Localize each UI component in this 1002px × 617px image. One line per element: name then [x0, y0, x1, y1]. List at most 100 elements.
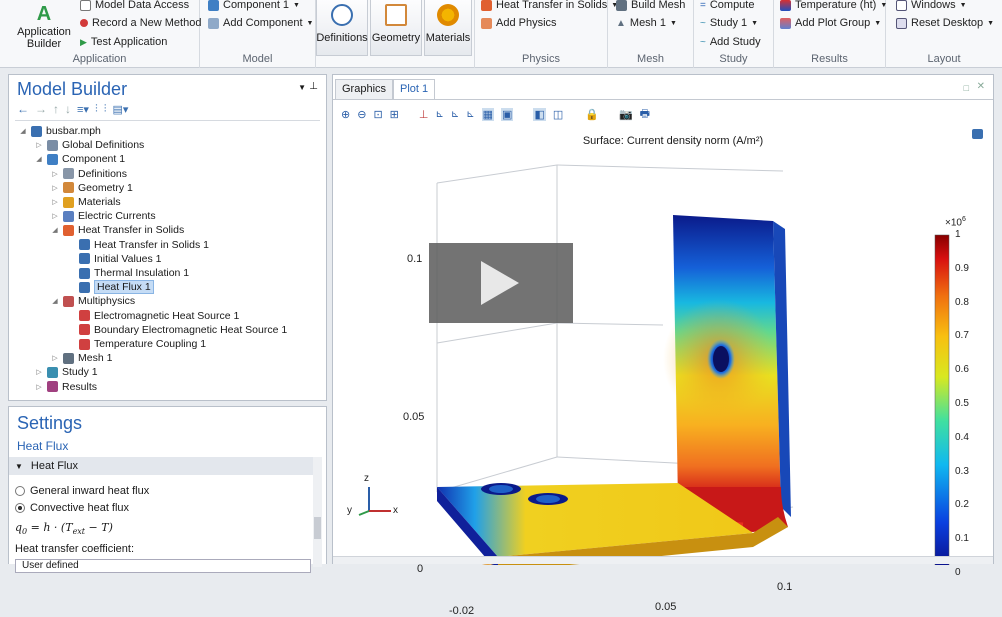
collapsed-arrow-icon[interactable]: ▷ — [51, 212, 59, 220]
settings-title: Settings — [17, 413, 83, 433]
tree-item[interactable]: ▷ Study 1 — [35, 365, 98, 379]
maximize-icon[interactable]: □ — [964, 83, 969, 93]
materials-button[interactable]: Materials — [424, 0, 472, 56]
view-yz-icon[interactable]: ⊾ — [451, 109, 459, 120]
heat-transfer-dropdown[interactable]: Heat Transfer in Solids ▼ — [481, 0, 618, 11]
collapsed-arrow-icon[interactable]: ▷ — [35, 141, 43, 149]
collapsed-arrow-icon[interactable]: ▷ — [35, 383, 43, 391]
show-icon[interactable]: ≡▾ — [77, 103, 89, 116]
tree-item[interactable]: Heat Flux 1 — [67, 280, 154, 295]
tree-item[interactable]: ▷ Results — [35, 380, 97, 394]
application-builder-button[interactable]: A Application Builder — [14, 2, 74, 50]
grid-icon[interactable]: ▦ — [481, 108, 495, 121]
wireframe-icon[interactable]: ◫ — [553, 108, 563, 121]
compute-button[interactable]: = Compute — [700, 0, 754, 11]
tree-item[interactable]: ▷ Materials — [51, 195, 121, 209]
scene-light-icon[interactable]: ◧ — [533, 108, 546, 121]
section-header[interactable]: ▼ Heat Flux — [9, 457, 314, 475]
plot-canvas[interactable]: Surface: Current density norm (A/m²) 0.1… — [333, 127, 993, 617]
collapsed-arrow-icon[interactable]: ▷ — [51, 198, 59, 206]
video-play-overlay[interactable] — [429, 243, 573, 323]
tab-graphics[interactable]: Graphics — [335, 79, 394, 99]
zoom-out-icon[interactable]: ⊖ — [357, 108, 366, 121]
radio-general-inward[interactable]: General inward heat flux — [15, 485, 149, 497]
axis-orientation-icon[interactable]: ⊥ — [419, 108, 429, 121]
lock-icon[interactable]: 🔒 — [585, 108, 599, 121]
collapse-icon[interactable]: ⫶ — [104, 103, 107, 116]
reset-desktop-button[interactable]: Reset Desktop ▼ — [896, 17, 994, 29]
study-dropdown[interactable]: ~ Study 1 ▼ — [700, 17, 758, 29]
windows-dropdown[interactable]: Windows ▼ — [896, 0, 967, 11]
collapsed-arrow-icon[interactable]: ▷ — [51, 170, 59, 178]
build-mesh-button[interactable]: Build Mesh — [616, 0, 685, 11]
htc-select[interactable]: User defined — [15, 559, 311, 573]
tree-item[interactable]: ▷ Definitions — [51, 167, 127, 181]
back-arrow-icon[interactable]: ← — [17, 102, 29, 116]
tree-item[interactable]: ◢ Heat Transfer in Solids — [51, 223, 184, 237]
add-component-button[interactable]: Add Component ▼ — [208, 17, 313, 29]
collapsed-arrow-icon[interactable]: ▷ — [35, 368, 43, 376]
forward-arrow-icon[interactable]: → — [35, 102, 47, 116]
test-application-button[interactable]: ▶ Test Application — [80, 36, 167, 48]
tree-item[interactable]: ▷ Mesh 1 — [51, 351, 112, 365]
expanded-arrow-icon[interactable]: ◢ — [19, 127, 27, 135]
tree-item-label: busbar.mph — [46, 125, 101, 137]
expanded-arrow-icon[interactable]: ◢ — [51, 297, 59, 305]
pin-icon[interactable]: ⊥ — [309, 81, 318, 92]
tree-item[interactable]: ◢ Component 1 — [35, 152, 125, 166]
tree-item[interactable]: ▷ Geometry 1 — [51, 181, 133, 195]
component-dropdown[interactable]: Component 1 ▼ — [208, 0, 300, 11]
definitions-button[interactable]: Definitions — [316, 0, 368, 56]
tree-item[interactable]: ▷ Electric Currents — [51, 209, 155, 223]
close-panel-icon[interactable]: ✕ — [977, 81, 985, 92]
colorbar-tick-label: 0 — [955, 567, 961, 578]
tree-item-label: Electromagnetic Heat Source 1 — [94, 309, 240, 322]
settings-menu-icon[interactable]: ▤▾ — [112, 103, 128, 116]
tree-item[interactable]: Boundary Electromagnetic Heat Source 1 — [67, 323, 287, 337]
tree-item[interactable]: Initial Values 1 — [67, 252, 162, 266]
expanded-arrow-icon[interactable]: ◢ — [51, 226, 59, 234]
view-xy-icon[interactable]: ⊾ — [435, 109, 443, 120]
application-builder-label: Application Builder — [17, 26, 71, 50]
build-mesh-icon — [616, 0, 627, 11]
move-down-icon[interactable]: ↓ — [65, 102, 71, 116]
geometry-button[interactable]: Geometry — [370, 0, 422, 56]
zoom-box-icon[interactable]: ⊡ — [373, 108, 382, 121]
add-physics-button[interactable]: Add Physics — [481, 17, 557, 29]
panel-menu-icon[interactable]: ▼ — [298, 83, 306, 92]
colorbar-tick-label: 0.8 — [955, 296, 969, 308]
view-zx-icon[interactable]: ⊾ — [466, 109, 474, 120]
zoom-extents-icon[interactable]: ⊞ — [390, 108, 399, 121]
expand-icon[interactable]: ⫶ — [95, 103, 98, 116]
tree-node-icon — [79, 267, 90, 279]
settings-subtitle: Heat Flux — [17, 439, 69, 453]
tree-item[interactable]: ◢ Multiphysics — [51, 294, 135, 308]
tree-item-label: Materials — [78, 196, 121, 208]
collapsed-arrow-icon[interactable]: ▷ — [51, 184, 59, 192]
zoom-in-icon[interactable]: ⊕ — [341, 108, 350, 121]
tree-item[interactable]: ▷ Global Definitions — [35, 138, 144, 152]
add-study-button[interactable]: ~ Add Study — [700, 36, 761, 48]
tree-item[interactable]: ◢ busbar.mph — [19, 124, 101, 138]
transparency-icon[interactable]: ▣ — [501, 108, 514, 121]
colorbar-tick-label: 0.9 — [955, 262, 969, 274]
tree-item[interactable]: Thermal Insulation 1 — [67, 266, 189, 280]
model-data-access-button[interactable]: Model Data Access — [80, 0, 189, 11]
move-up-icon[interactable]: ↑ — [53, 102, 59, 116]
tree-item[interactable]: Temperature Coupling 1 — [67, 337, 206, 351]
settings-scrollbar[interactable] — [313, 457, 322, 567]
collapsed-arrow-icon[interactable]: ▷ — [51, 354, 59, 362]
mesh-dropdown[interactable]: ▲ Mesh 1 ▼ — [616, 17, 677, 29]
temperature-plot-dropdown[interactable]: Temperature (ht) ▼ — [780, 0, 887, 11]
tree-item-label: Study 1 — [62, 366, 98, 379]
add-plot-group-button[interactable]: Add Plot Group ▼ — [780, 17, 881, 29]
tab-plot-1[interactable]: Plot 1 — [393, 79, 436, 99]
camera-icon[interactable]: 📷 — [619, 108, 633, 121]
scrollbar-thumb[interactable] — [314, 517, 321, 539]
tree-item[interactable]: Electromagnetic Heat Source 1 — [67, 309, 239, 323]
record-method-button[interactable]: Record a New Method — [80, 17, 201, 29]
radio-convective[interactable]: Convective heat flux — [15, 502, 129, 514]
tree-item[interactable]: Heat Transfer in Solids 1 — [67, 238, 209, 252]
expanded-arrow-icon[interactable]: ◢ — [35, 155, 43, 163]
print-icon[interactable]: 🖶 — [640, 105, 650, 124]
